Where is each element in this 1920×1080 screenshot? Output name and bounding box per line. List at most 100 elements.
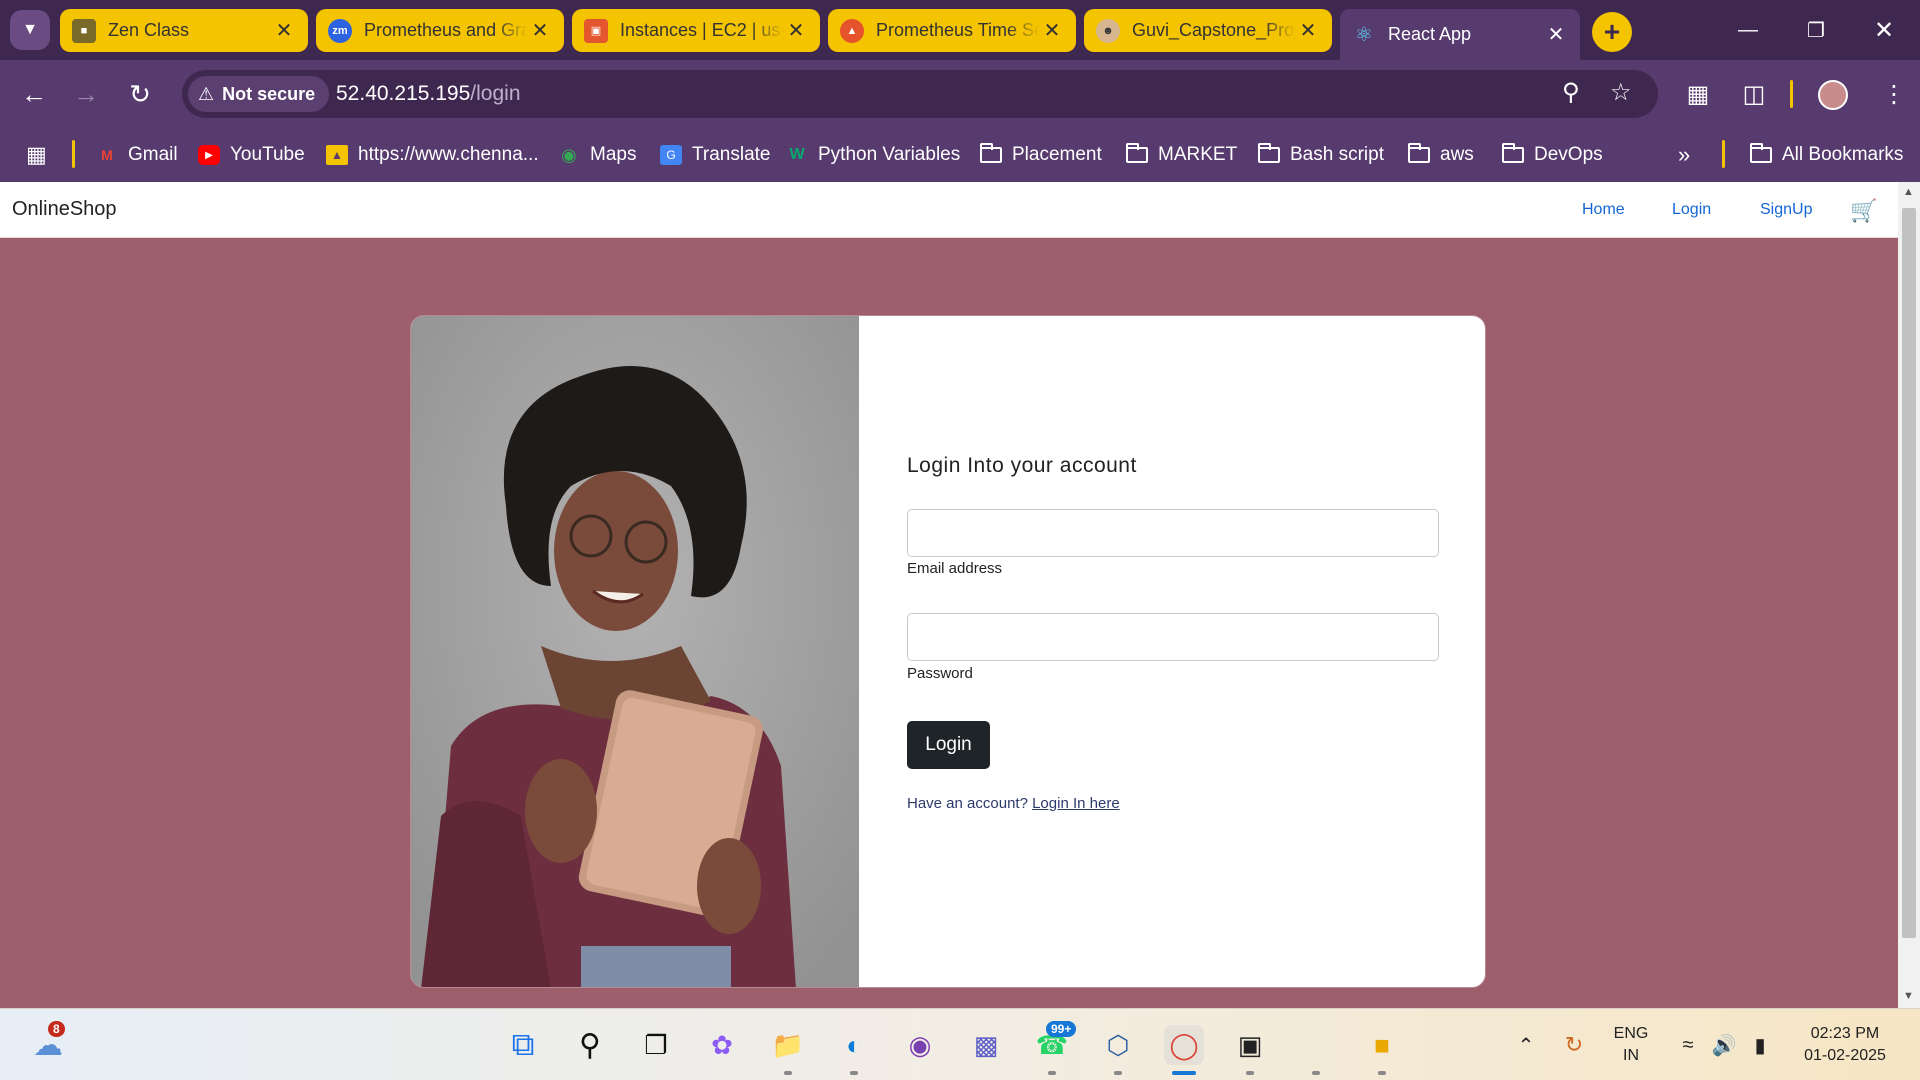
qr-code-icon[interactable]: ▦ xyxy=(1676,72,1720,116)
page-scrollbar[interactable]: ▲ ▼ xyxy=(1898,182,1920,1008)
back-arrow-icon[interactable]: ← xyxy=(12,72,56,116)
copilot-icon[interactable]: ✿ xyxy=(702,1025,742,1065)
close-icon[interactable]: ✕ xyxy=(1040,18,1064,43)
tab-prometheus-time-series[interactable]: ▲ Prometheus Time Series ✕ xyxy=(828,9,1076,52)
bookmark-label: Translate xyxy=(692,144,771,165)
sync-icon[interactable]: ↻ xyxy=(1554,1025,1594,1065)
edge-icon[interactable]: ◐ xyxy=(834,1025,874,1065)
password-input[interactable] xyxy=(907,613,1439,661)
clock-date: 01-02-2025 xyxy=(1804,1047,1886,1064)
close-icon[interactable]: ✕ xyxy=(784,18,808,43)
clock[interactable]: 02:23 PM 01-02-2025 xyxy=(1790,1023,1900,1067)
all-bookmarks-folder[interactable]: All Bookmarks xyxy=(1750,140,1903,170)
windows-start-icon[interactable]: ⧉ xyxy=(503,1025,543,1065)
search-icon[interactable]: ⚲ xyxy=(570,1025,610,1065)
bookmark-label: Gmail xyxy=(128,144,178,165)
restore-icon[interactable]: ❐ xyxy=(1786,10,1846,50)
tab-search-chevron-icon[interactable]: ▼ xyxy=(10,10,50,50)
file-explorer-icon[interactable]: 📁 xyxy=(768,1025,808,1065)
windows-taskbar: ☁ 8 ⧉ ⚲ ❐ ✿ 📁 ◐ ◉ ▩ ☎ 99+ ⬡ ◯ ▣ ■ ⌃ ↻ EN… xyxy=(0,1008,1920,1080)
tab-guvi-capstone[interactable]: ☻ Guvi_Capstone_Project ✕ xyxy=(1084,9,1332,52)
virtualbox-icon[interactable]: ⬡ xyxy=(1098,1025,1138,1065)
weather-badge: 8 xyxy=(48,1021,65,1037)
tab-title: React App xyxy=(1388,24,1472,44)
bookmark-label: Bash script xyxy=(1290,144,1384,165)
terminal-icon[interactable]: ▣ xyxy=(1230,1025,1270,1065)
close-icon[interactable]: ✕ xyxy=(272,18,296,43)
teams-icon[interactable]: ▩ xyxy=(966,1025,1006,1065)
bookmark-youtube[interactable]: ▶ YouTube xyxy=(198,140,305,170)
bookmark-chennai-site[interactable]: ▲ https://www.chenna... xyxy=(326,140,539,170)
close-icon[interactable]: ✕ xyxy=(1544,22,1568,47)
warning-triangle-icon: ⚠ xyxy=(198,83,215,104)
new-tab-button[interactable]: + xyxy=(1592,12,1632,52)
menu-kebab-icon[interactable]: ⋮ xyxy=(1872,72,1916,116)
scroll-down-arrow-icon[interactable]: ▼ xyxy=(1903,990,1914,1002)
extensions-puzzle-icon[interactable]: ◫ xyxy=(1732,72,1776,116)
tab-title: Prometheus and Grafana xyxy=(364,20,528,40)
email-input[interactable] xyxy=(907,509,1439,557)
nav-link-home[interactable]: Home xyxy=(1582,201,1625,219)
bookmark-folder-placement[interactable]: Placement xyxy=(980,140,1102,170)
folder-icon xyxy=(1408,143,1430,165)
task-view-icon[interactable]: ❐ xyxy=(636,1025,676,1065)
bookmark-maps[interactable]: ◉ Maps xyxy=(558,140,636,170)
toolbar-divider xyxy=(1790,80,1793,108)
bookmark-star-icon[interactable]: ☆ xyxy=(1610,78,1632,107)
bookmark-folder-market[interactable]: MARKET xyxy=(1126,140,1237,170)
language-indicator[interactable]: ENG IN xyxy=(1606,1023,1656,1067)
folder-icon xyxy=(1502,143,1524,165)
battery-icon[interactable]: ▮ xyxy=(1740,1025,1780,1065)
folder-icon xyxy=(980,143,1002,165)
tab-strip: ▼ ■ Zen Class ✕ zm Prometheus and Grafan… xyxy=(0,0,1920,60)
shopping-cart-icon[interactable]: 🛒 xyxy=(1850,198,1877,224)
tab-title: Instances | EC2 | us-east-1 xyxy=(620,20,784,40)
bookmark-python-variables[interactable]: W Python Variables xyxy=(786,140,960,170)
login-button[interactable]: Login xyxy=(907,721,990,769)
taskbar-running-dot xyxy=(1114,1071,1122,1075)
brand-logo[interactable]: OnlineShop xyxy=(12,198,117,221)
window-close-icon[interactable]: ✕ xyxy=(1854,10,1914,50)
nav-link-signup[interactable]: SignUp xyxy=(1760,201,1812,219)
more-bookmarks-chevron-icon[interactable]: » xyxy=(1678,140,1690,170)
profile-avatar[interactable] xyxy=(1818,80,1848,110)
jenkins-icon: ☻ xyxy=(1096,18,1120,43)
close-icon[interactable]: ✕ xyxy=(1296,18,1320,43)
tab-title: Zen Class xyxy=(108,20,190,40)
close-icon[interactable]: ✕ xyxy=(528,18,552,43)
bookmark-folder-bash-script[interactable]: Bash script xyxy=(1258,140,1384,170)
bookmark-label: aws xyxy=(1440,144,1474,165)
scroll-up-arrow-icon[interactable]: ▲ xyxy=(1903,186,1914,198)
bookmark-translate[interactable]: G Translate xyxy=(660,140,771,170)
login-here-link[interactable]: Login In here xyxy=(1032,795,1120,812)
tab-react-app[interactable]: ⚛ React App ✕ xyxy=(1340,9,1580,60)
address-bar[interactable]: ⚠ Not secure 52.40.215.195/login ⚲ ☆ xyxy=(182,70,1658,118)
url-text[interactable]: 52.40.215.195/login xyxy=(336,82,521,106)
nav-link-login[interactable]: Login xyxy=(1672,201,1711,219)
bookmark-folder-devops[interactable]: DevOps xyxy=(1502,140,1603,170)
reload-icon[interactable]: ↻ xyxy=(118,72,162,116)
minimize-icon[interactable]: — xyxy=(1718,10,1778,50)
site-security-chip[interactable]: ⚠ Not secure xyxy=(188,76,330,112)
bookmark-gmail[interactable]: M Gmail xyxy=(96,140,178,170)
bookmark-label: Python Variables xyxy=(818,144,961,165)
scrollbar-thumb[interactable] xyxy=(1902,208,1916,938)
apps-grid-icon[interactable]: ▦ xyxy=(26,140,47,170)
sublime-text-icon[interactable]: ■ xyxy=(1362,1025,1402,1065)
folder-icon xyxy=(1126,143,1148,165)
tab-ec2-instances[interactable]: ▣ Instances | EC2 | us-east-1 ✕ xyxy=(572,9,820,52)
zoom-magnifier-icon[interactable]: ⚲ xyxy=(1562,78,1580,107)
taskbar-running-dot xyxy=(1246,1071,1254,1075)
github-desktop-icon[interactable]: ◉ xyxy=(900,1025,940,1065)
chrome-icon[interactable]: ◯ xyxy=(1164,1025,1204,1065)
tray-chevron-up-icon[interactable]: ⌃ xyxy=(1506,1025,1546,1065)
woman-with-tablet-illustration xyxy=(411,316,859,987)
bookmark-folder-aws[interactable]: aws xyxy=(1408,140,1474,170)
browser-toolbar: ← → ↻ ⚠ Not secure 52.40.215.195/login ⚲… xyxy=(0,60,1920,128)
volume-icon[interactable]: 🔊 xyxy=(1704,1025,1744,1065)
wifi-icon[interactable]: ≈ xyxy=(1668,1025,1708,1065)
w3schools-icon: W xyxy=(789,146,805,163)
forward-arrow-icon[interactable]: → xyxy=(64,72,108,116)
tab-prometheus-grafana[interactable]: zm Prometheus and Grafana ✕ xyxy=(316,9,564,52)
tab-zen-class[interactable]: ■ Zen Class ✕ xyxy=(60,9,308,52)
